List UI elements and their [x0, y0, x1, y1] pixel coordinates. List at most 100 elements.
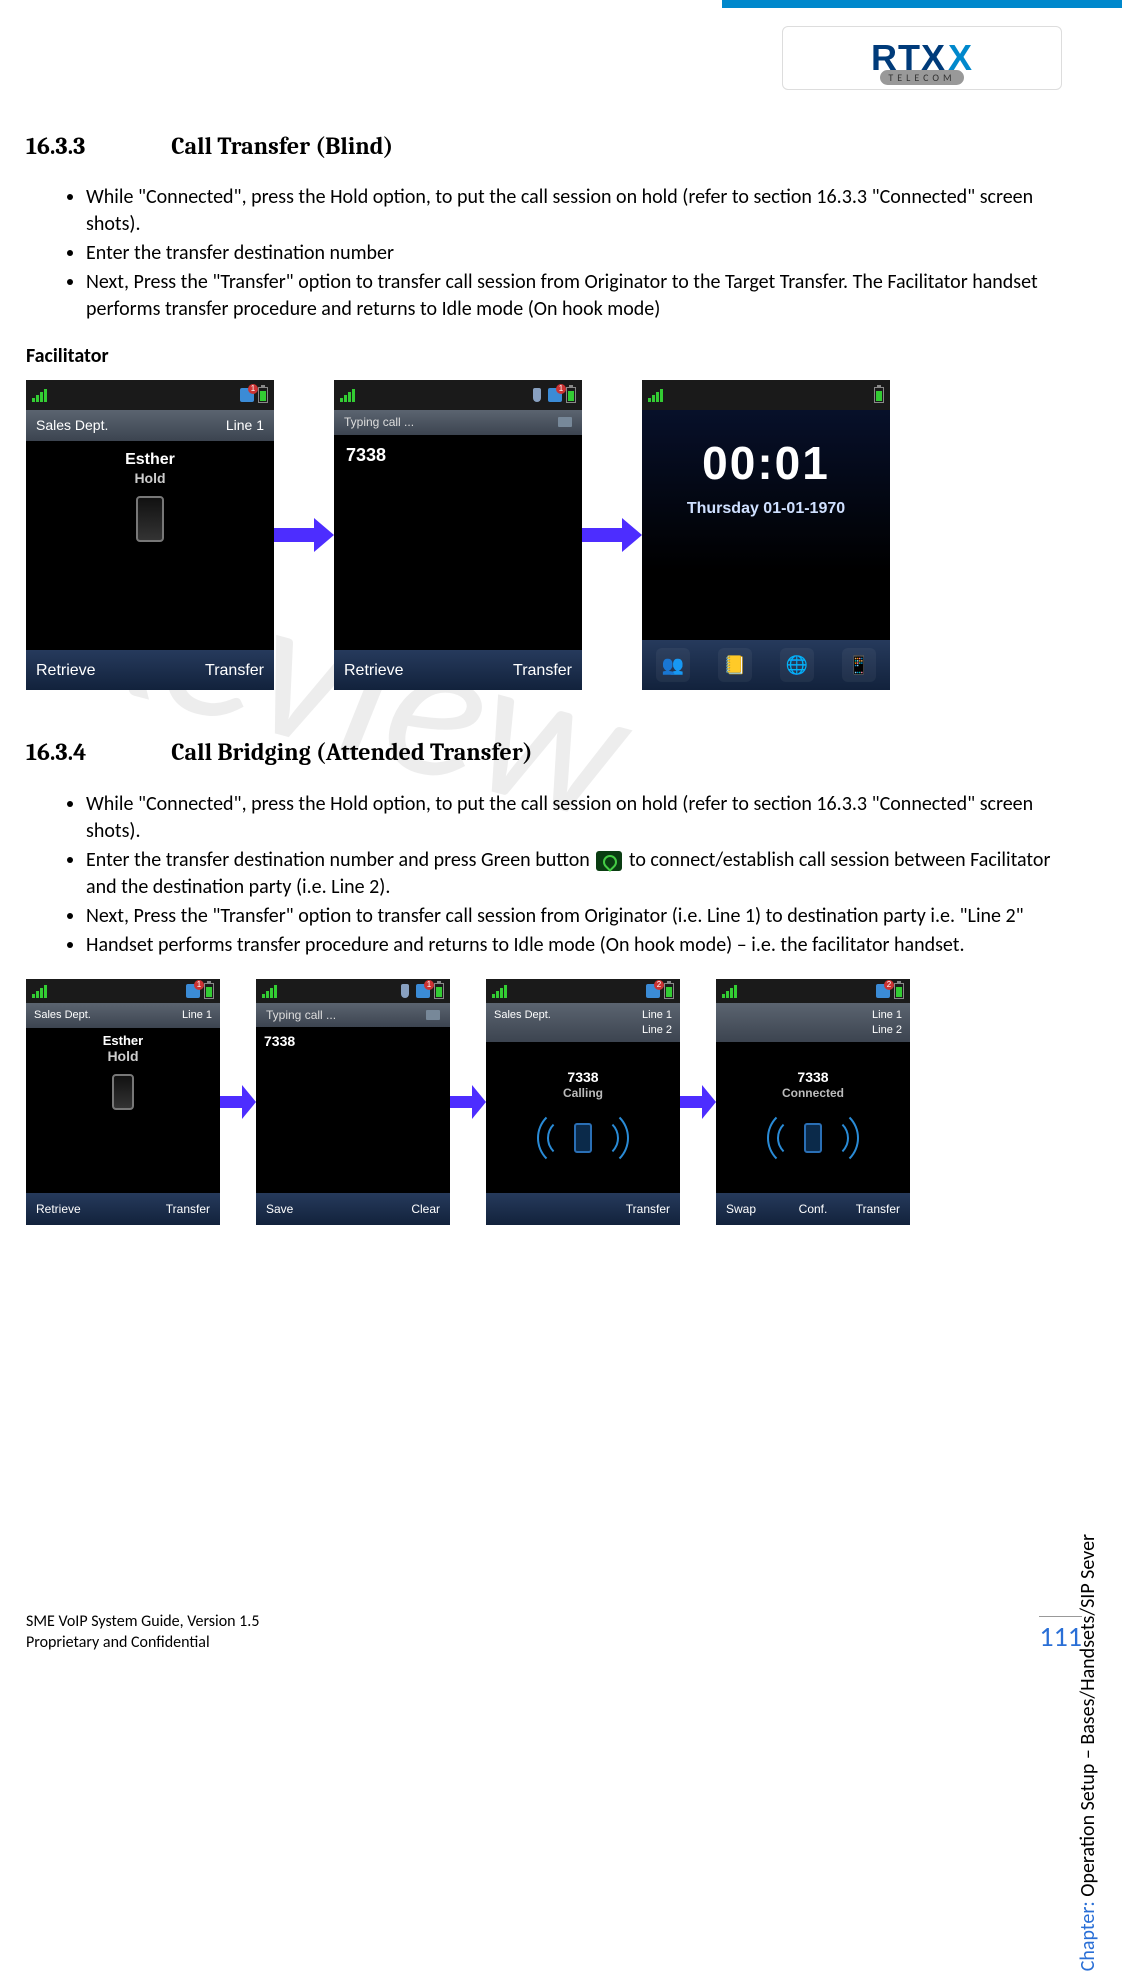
section-title: Call Bridging (Attended Transfer) [171, 738, 532, 766]
softkey-clear[interactable]: Clear [353, 1201, 450, 1217]
bullet-list-2: While "Connected", press the Hold option… [26, 791, 1062, 959]
bullet-list-1: While "Connected", press the Hold option… [26, 184, 1062, 323]
globe-icon[interactable]: 🌐 [780, 648, 814, 682]
list-item: Next, Press the "Transfer" option to tra… [86, 903, 1062, 930]
contacts-icon[interactable] [558, 415, 572, 429]
signal-icon [32, 984, 47, 998]
softkey-transfer[interactable]: Transfer [150, 660, 274, 682]
battery-icon [258, 387, 268, 403]
line1-label: Line 1 [872, 1008, 902, 1023]
page-number: 111 [1039, 1616, 1082, 1654]
battery-icon [894, 983, 904, 999]
directory-icon[interactable]: 📒 [718, 648, 752, 682]
section-heading-16-3-4: 16.3.4 Call Bridging (Attended Transfer) [26, 736, 1062, 768]
softkey-retrieve[interactable]: Retrieve [334, 660, 458, 682]
dialed-number[interactable]: 7338 [256, 1027, 450, 1056]
flow-arrow-icon [220, 1085, 256, 1119]
call-state: Hold [134, 469, 165, 488]
list-item: While "Connected", press the Hold option… [86, 184, 1062, 238]
battery-icon [204, 983, 214, 999]
section-title: Call Transfer (Blind) [171, 132, 393, 160]
call-state: Hold [107, 1047, 138, 1066]
flow-arrow-icon [450, 1085, 486, 1119]
section-number: 16.3.3 [26, 130, 166, 162]
signal-icon [722, 984, 737, 998]
signal-icon [262, 984, 277, 998]
handset-icon [112, 1074, 134, 1110]
softkey-transfer[interactable]: Transfer [842, 1201, 910, 1217]
header-accent-bar [722, 0, 1122, 8]
call-badge-2-icon [876, 984, 890, 998]
flow-arrow-icon [680, 1085, 716, 1119]
screenshot-row-2: Sales Dept. Line 1 Esther Hold Retrieve … [26, 979, 1062, 1225]
list-item: Next, Press the "Transfer" option to tra… [86, 269, 1062, 323]
call-badge-icon [186, 984, 200, 998]
battery-icon [434, 983, 444, 999]
battery-icon [874, 387, 884, 403]
call-badge-icon [240, 388, 254, 402]
list-item: Enter the transfer destination number [86, 240, 1062, 267]
green-call-button-icon [596, 851, 622, 871]
phone-screen-idle: 00:01 Thursday 01-01-1970 👥 📒 🌐 📱 [642, 380, 890, 690]
contacts-icon[interactable]: 👥 [656, 648, 690, 682]
softkey-conf[interactable]: Conf. [784, 1201, 842, 1217]
signal-icon [648, 388, 663, 402]
line-label: Line 1 [226, 416, 264, 435]
chapter-text: Operation Setup – Bases/Handsets/SIP Sev… [1076, 1534, 1100, 1901]
line1-label: Line 1 [642, 1008, 672, 1023]
call-badge-icon [416, 984, 430, 998]
line-label: Line 1 [182, 1008, 212, 1023]
handset-icon [136, 496, 164, 542]
facilitator-label: Facilitator [26, 343, 1062, 370]
call-number: 7338 [797, 1068, 828, 1087]
typing-label: Typing call ... [266, 1007, 336, 1023]
contacts-icon[interactable] [426, 1008, 440, 1022]
typing-label: Typing call ... [344, 414, 414, 430]
signal-icon [340, 388, 355, 402]
footer-info: SME VoIP System Guide, Version 1.5 Propr… [26, 1612, 259, 1654]
battery-icon [566, 387, 576, 403]
call-number: 7338 [567, 1068, 598, 1087]
softkey-swap[interactable]: Swap [716, 1201, 784, 1217]
signal-icon [492, 984, 507, 998]
idle-clock: 00:01 [702, 432, 830, 494]
mic-icon [398, 984, 412, 998]
line2-label: Line 2 [872, 1023, 902, 1038]
phone-screen-calling: Sales Dept. Line 1 Line 2 7338 Calling T… [486, 979, 680, 1225]
chapter-prefix: Chapter: [1076, 1901, 1100, 1971]
screenshot-row-1: Sales Dept. Line 1 Esther Hold Retrieve … [26, 380, 1062, 690]
battery-icon [664, 983, 674, 999]
footer-title: SME VoIP System Guide, Version 1.5 [26, 1612, 259, 1633]
flow-arrow-icon [274, 518, 334, 552]
softkey-transfer[interactable]: Transfer [458, 660, 582, 682]
section-number: 16.3.4 [26, 736, 166, 768]
phone-screen-typing: Typing call ... 7338 Retrieve Transfer [334, 380, 582, 690]
softkey-transfer[interactable]: Transfer [583, 1201, 680, 1217]
chapter-side-label: Chapter: Operation Setup – Bases/Handset… [1076, 1534, 1100, 1971]
softkey-retrieve[interactable]: Retrieve [26, 660, 150, 682]
call-state: Calling [563, 1085, 603, 1101]
phone-screen-hold: Sales Dept. Line 1 Esther Hold Retrieve … [26, 979, 220, 1225]
list-item: Handset performs transfer procedure and … [86, 932, 1062, 959]
call-state: Connected [782, 1085, 844, 1101]
call-badge-2-icon [646, 984, 660, 998]
softkey-transfer[interactable]: Transfer [123, 1201, 220, 1217]
dialed-number[interactable]: 7338 [334, 435, 582, 475]
brand-logo: RTXX TELECOM [782, 26, 1062, 90]
phone-screen-typing: Typing call ... 7338 Save Clear [256, 979, 450, 1225]
caller-name: Esther [125, 449, 175, 471]
list-item: Enter the transfer destination number an… [86, 847, 1062, 901]
calling-waves-icon [543, 1108, 623, 1168]
softkey-save[interactable]: Save [256, 1201, 353, 1217]
handset-icon[interactable]: 📱 [842, 648, 876, 682]
phone-screen-connected: Line 1 Line 2 7338 Connected Swap Conf. … [716, 979, 910, 1225]
list-item: While "Connected", press the Hold option… [86, 791, 1062, 845]
call-badge-icon [548, 388, 562, 402]
section-heading-16-3-3: 16.3.3 Call Transfer (Blind) [26, 130, 1062, 162]
flow-arrow-icon [582, 518, 642, 552]
logo-subtext: TELECOM [880, 70, 963, 85]
line2-label: Line 2 [642, 1023, 672, 1038]
mic-icon [530, 388, 544, 402]
softkey-retrieve[interactable]: Retrieve [26, 1201, 123, 1217]
dept-label: Sales Dept. [36, 416, 108, 435]
